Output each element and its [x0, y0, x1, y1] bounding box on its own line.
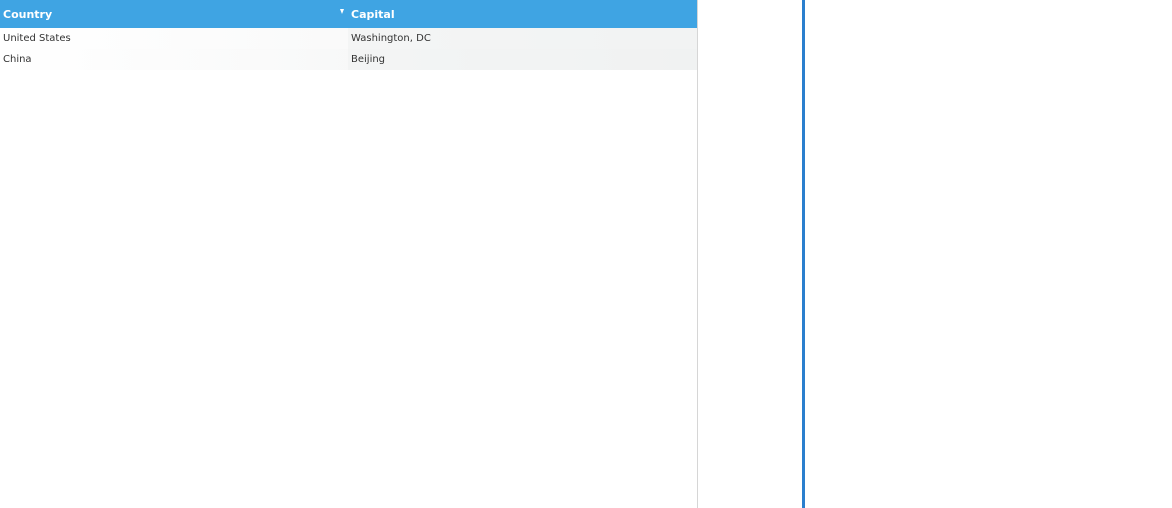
grid-body: United States Washington, DC China Beiji… — [0, 28, 697, 70]
column-header-country[interactable]: Country — [0, 0, 348, 28]
column-header-capital[interactable]: Capital — [348, 0, 697, 28]
cell-country: United States — [3, 33, 71, 44]
data-grid: Country Capital United States Washington… — [0, 0, 698, 508]
sort-down-triangle-icon[interactable] — [340, 9, 344, 14]
cell-capital: Washington, DC — [348, 28, 697, 49]
page: Country Capital United States Washington… — [0, 0, 1172, 508]
column-header-label: Country — [3, 7, 53, 21]
grid-header: Country Capital — [0, 0, 697, 28]
cell-capital: Beijing — [348, 49, 697, 70]
table-row[interactable]: China Beijing — [0, 49, 697, 70]
panel-splitter[interactable] — [802, 0, 805, 508]
column-header-label: Capital — [351, 7, 395, 21]
cell-country: China — [3, 54, 32, 65]
table-row[interactable]: United States Washington, DC — [0, 28, 697, 49]
